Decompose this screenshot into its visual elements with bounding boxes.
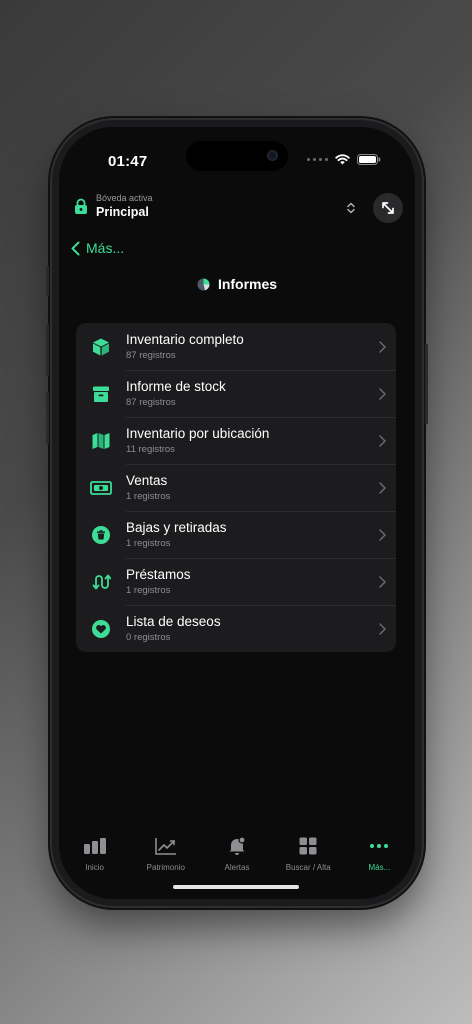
report-label: Ventas [126,473,168,488]
lock-icon [75,198,87,214]
report-row-lista-de-deseos[interactable]: Lista de deseos 0 registros [76,605,396,652]
report-row-prestamos[interactable]: Préstamos 1 registros [76,558,396,605]
report-row-ventas[interactable]: Ventas 1 registros [76,464,396,511]
chevron-right-icon [378,481,386,494]
report-label: Inventario completo [126,332,244,347]
back-label: Más... [86,240,125,256]
report-row-informe-de-stock[interactable]: Informe de stock 87 registros [76,370,396,417]
map-icon [92,432,110,449]
expand-arrows-icon [382,202,394,214]
power-button [425,344,428,424]
tab-mas[interactable]: Más... [344,835,415,872]
reports-icon [197,278,210,290]
page-title-text: Informes [217,276,278,292]
report-count: 1 registros [126,538,171,549]
page-title: Informes [59,276,415,292]
report-label: Informe de stock [126,379,226,394]
wifi-icon [335,154,350,165]
report-row-inventario-por-ubicacion[interactable]: Inventario por ubicación 11 registros [76,417,396,464]
chart-bars-icon [83,838,106,854]
report-label: Lista de deseos [126,614,221,629]
tab-inicio[interactable]: Inicio [59,835,130,872]
report-count: 87 registros [126,397,176,408]
chevron-left-icon [71,241,80,255]
report-row-inventario-completo[interactable]: Inventario completo 87 registros [76,323,396,370]
status-time: 01:47 [108,153,148,170]
chevron-right-icon [378,528,386,541]
tab-label: Buscar / Alta [285,863,331,872]
back-button[interactable]: Más... [71,240,124,256]
tab-buscar-alta[interactable]: Buscar / Alta [273,835,344,872]
more-dots-icon [370,844,389,848]
tab-label: Patrimonio [146,863,185,872]
tab-label: Más... [368,863,391,872]
trash-icon [92,525,110,544]
banknote-icon [90,480,112,495]
app-screen: 01:47 Bóveda activa Principal Más... Inf… [59,127,415,899]
chevron-right-icon [378,575,386,588]
vault-selector[interactable]: Bóveda activa Principal [74,193,153,219]
bell-icon [229,836,246,855]
tab-bar: Inicio Patrimonio Alertas Buscar / Alta … [59,835,415,872]
archive-icon [93,386,109,402]
report-count: 11 registros [126,444,175,455]
report-label: Inventario por ubicación [126,426,270,441]
tab-alertas[interactable]: Alertas [201,835,272,872]
phone-frame: 01:47 Bóveda activa Principal Más... Inf… [46,120,428,906]
grid-icon [299,837,317,855]
report-label: Préstamos [126,567,191,582]
reports-list: Inventario completo 87 registros Informe… [76,323,396,652]
expand-button[interactable] [373,193,403,223]
chevron-right-icon [378,387,386,400]
report-count: 1 registros [126,585,171,596]
action-button [46,266,49,296]
camera-icon [267,150,278,161]
report-count: 0 registros [126,632,171,643]
chevron-right-icon [378,340,386,353]
exchange-icon [92,574,111,589]
dynamic-island [186,141,288,171]
chevron-right-icon [378,622,386,635]
chevron-up-down-icon[interactable] [347,202,355,214]
volume-down-button [46,392,49,444]
battery-icon [357,154,381,165]
heart-icon [92,619,110,638]
vault-caption: Bóveda activa [96,193,153,203]
tab-patrimonio[interactable]: Patrimonio [130,835,201,872]
box-icon [93,338,109,355]
signal-icon [307,158,328,161]
report-label: Bajas y retiradas [126,520,227,535]
report-count: 1 registros [126,491,171,502]
tab-label: Alertas [224,863,250,872]
tab-label: Inicio [85,863,104,872]
vault-name: Principal [96,205,149,219]
report-row-bajas-y-retiradas[interactable]: Bajas y retiradas 1 registros [76,511,396,558]
chevron-right-icon [378,434,386,447]
report-count: 87 registros [126,350,176,361]
trend-chart-icon [154,838,176,855]
status-icons [307,154,381,165]
volume-up-button [46,324,49,376]
home-indicator[interactable] [173,885,299,889]
